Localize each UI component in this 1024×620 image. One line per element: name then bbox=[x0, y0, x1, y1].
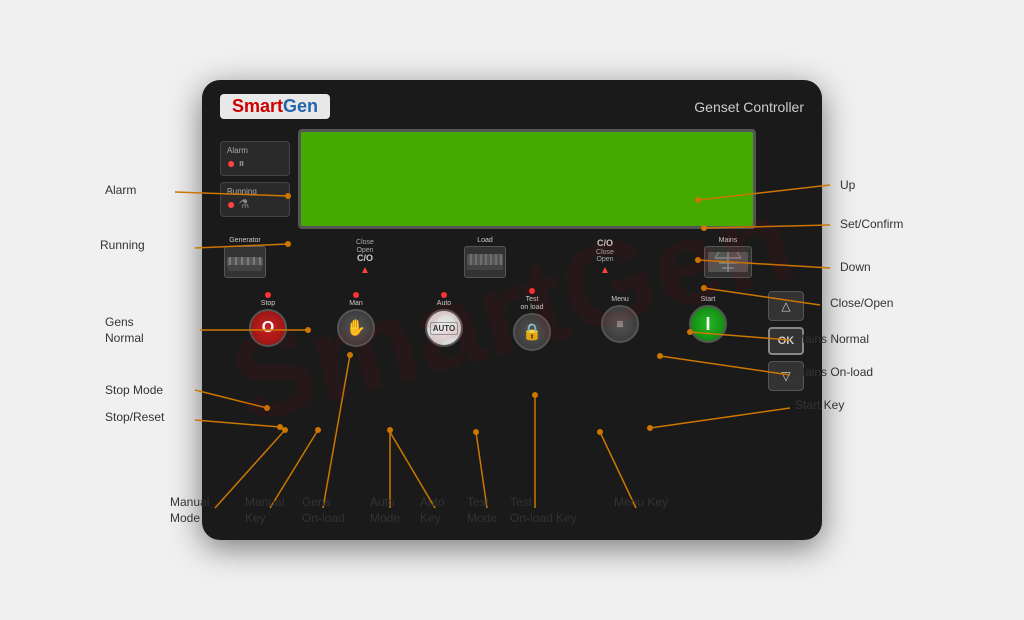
stop-label-top: Stop bbox=[261, 300, 275, 307]
man-label-top: Man bbox=[349, 300, 363, 307]
logo-gen: Gen bbox=[283, 96, 318, 116]
annotation-alarm: Alarm bbox=[105, 183, 136, 197]
buttons-row: Stop O Man ✋ bbox=[220, 288, 756, 351]
alarm-label: Alarm bbox=[227, 146, 248, 155]
auto-label-top: Auto bbox=[437, 300, 451, 307]
test-indicator bbox=[529, 288, 535, 294]
up-button[interactable]: △ bbox=[768, 291, 804, 321]
alarm-indicator: Alarm ● ⏸ bbox=[220, 141, 290, 176]
start-button[interactable]: I bbox=[689, 305, 727, 343]
annotation-down: Down bbox=[840, 260, 871, 274]
display-section: Alarm ● ⏸ Running ● bbox=[220, 129, 756, 229]
manual-button[interactable]: ✋ bbox=[337, 309, 375, 347]
indicators: Alarm ● ⏸ Running ● bbox=[220, 129, 290, 229]
test-label-top: Teston load bbox=[521, 296, 544, 311]
man-icon: ✋ bbox=[346, 318, 366, 338]
mains-contactor-block: Mains bbox=[704, 237, 752, 278]
menu-label-top: Menu bbox=[611, 296, 629, 303]
test-button[interactable]: 🔒 bbox=[513, 313, 551, 351]
start-btn-group: Start I bbox=[689, 296, 727, 343]
mains-label: Mains bbox=[719, 237, 738, 244]
annotation-gens-normal: GensNormal bbox=[105, 315, 144, 346]
load-svg bbox=[466, 251, 504, 273]
alarm-red-dot: ● bbox=[227, 155, 235, 171]
test-icon: 🔒 bbox=[522, 322, 542, 342]
load-contactor-img bbox=[464, 246, 506, 278]
stop-btn-group: Stop O bbox=[249, 292, 287, 347]
co-arrow-left: ▲ bbox=[360, 265, 370, 276]
annotation-stop-reset: Stop/Reset bbox=[105, 410, 164, 424]
right-panel: △ OK ▽ bbox=[768, 129, 804, 522]
auto-button[interactable]: AUTO bbox=[425, 309, 463, 347]
mains-svg bbox=[707, 250, 749, 274]
generator-contactor-img bbox=[224, 246, 266, 278]
co-label-right: C/O Close Open ▲ bbox=[596, 239, 614, 276]
generator-label: Generator bbox=[229, 237, 261, 244]
main-area: Alarm ● ⏸ Running ● bbox=[220, 129, 804, 522]
ok-button[interactable]: OK bbox=[768, 327, 804, 355]
running-indicator: Running ● ⚗ bbox=[220, 182, 290, 217]
annotation-up: Up bbox=[840, 178, 855, 192]
stop-indicator bbox=[265, 292, 271, 298]
auto-icon: AUTO bbox=[430, 322, 459, 335]
annotation-stop-mode: Stop Mode bbox=[105, 383, 163, 397]
man-indicator bbox=[353, 292, 359, 298]
mains-contactor-img bbox=[704, 246, 752, 278]
generator-contactor-block: Generator bbox=[224, 237, 266, 278]
start-label-top: Start bbox=[701, 296, 716, 303]
co-label-left: Close Open C/O ▲ bbox=[356, 239, 374, 276]
test-btn-group: Teston load 🔒 bbox=[513, 288, 551, 351]
stop-button[interactable]: O bbox=[249, 309, 287, 347]
load-label: Load bbox=[477, 237, 493, 244]
menu-button[interactable]: ≡ bbox=[601, 305, 639, 343]
lcd-screen bbox=[298, 129, 756, 229]
header: SmartGen Genset Controller bbox=[220, 94, 804, 119]
logo: SmartGen bbox=[220, 94, 330, 119]
alarm-icon: ⏸ bbox=[238, 156, 244, 171]
load-contactor-block: Load bbox=[464, 237, 506, 278]
generator-svg bbox=[226, 251, 264, 273]
annotation-running: Running bbox=[100, 238, 145, 252]
stop-icon: O bbox=[262, 319, 274, 337]
auto-btn-group: Auto AUTO bbox=[425, 292, 463, 347]
annotation-close-open: Close/Open bbox=[830, 296, 893, 310]
controller-panel: SmartGen Genset Controller Alarm ● bbox=[202, 80, 822, 540]
logo-smart: Smart bbox=[232, 96, 283, 116]
menu-icon: ≡ bbox=[616, 317, 623, 331]
down-button[interactable]: ▽ bbox=[768, 361, 804, 391]
left-panel: Alarm ● ⏸ Running ● bbox=[220, 129, 756, 522]
man-btn-group: Man ✋ bbox=[337, 292, 375, 347]
menu-btn-group: Menu ≡ bbox=[601, 296, 639, 343]
co-arrow-right: ▲ bbox=[600, 265, 610, 276]
running-label: Running bbox=[227, 187, 257, 196]
start-icon: I bbox=[705, 314, 710, 335]
running-icon: ⚗ bbox=[238, 197, 249, 211]
running-red-dot: ● bbox=[227, 196, 235, 212]
annotation-set-confirm: Set/Confirm bbox=[840, 217, 903, 231]
auto-indicator bbox=[441, 292, 447, 298]
contactors-row: Generator bbox=[220, 237, 756, 278]
header-title: Genset Controller bbox=[694, 99, 804, 115]
